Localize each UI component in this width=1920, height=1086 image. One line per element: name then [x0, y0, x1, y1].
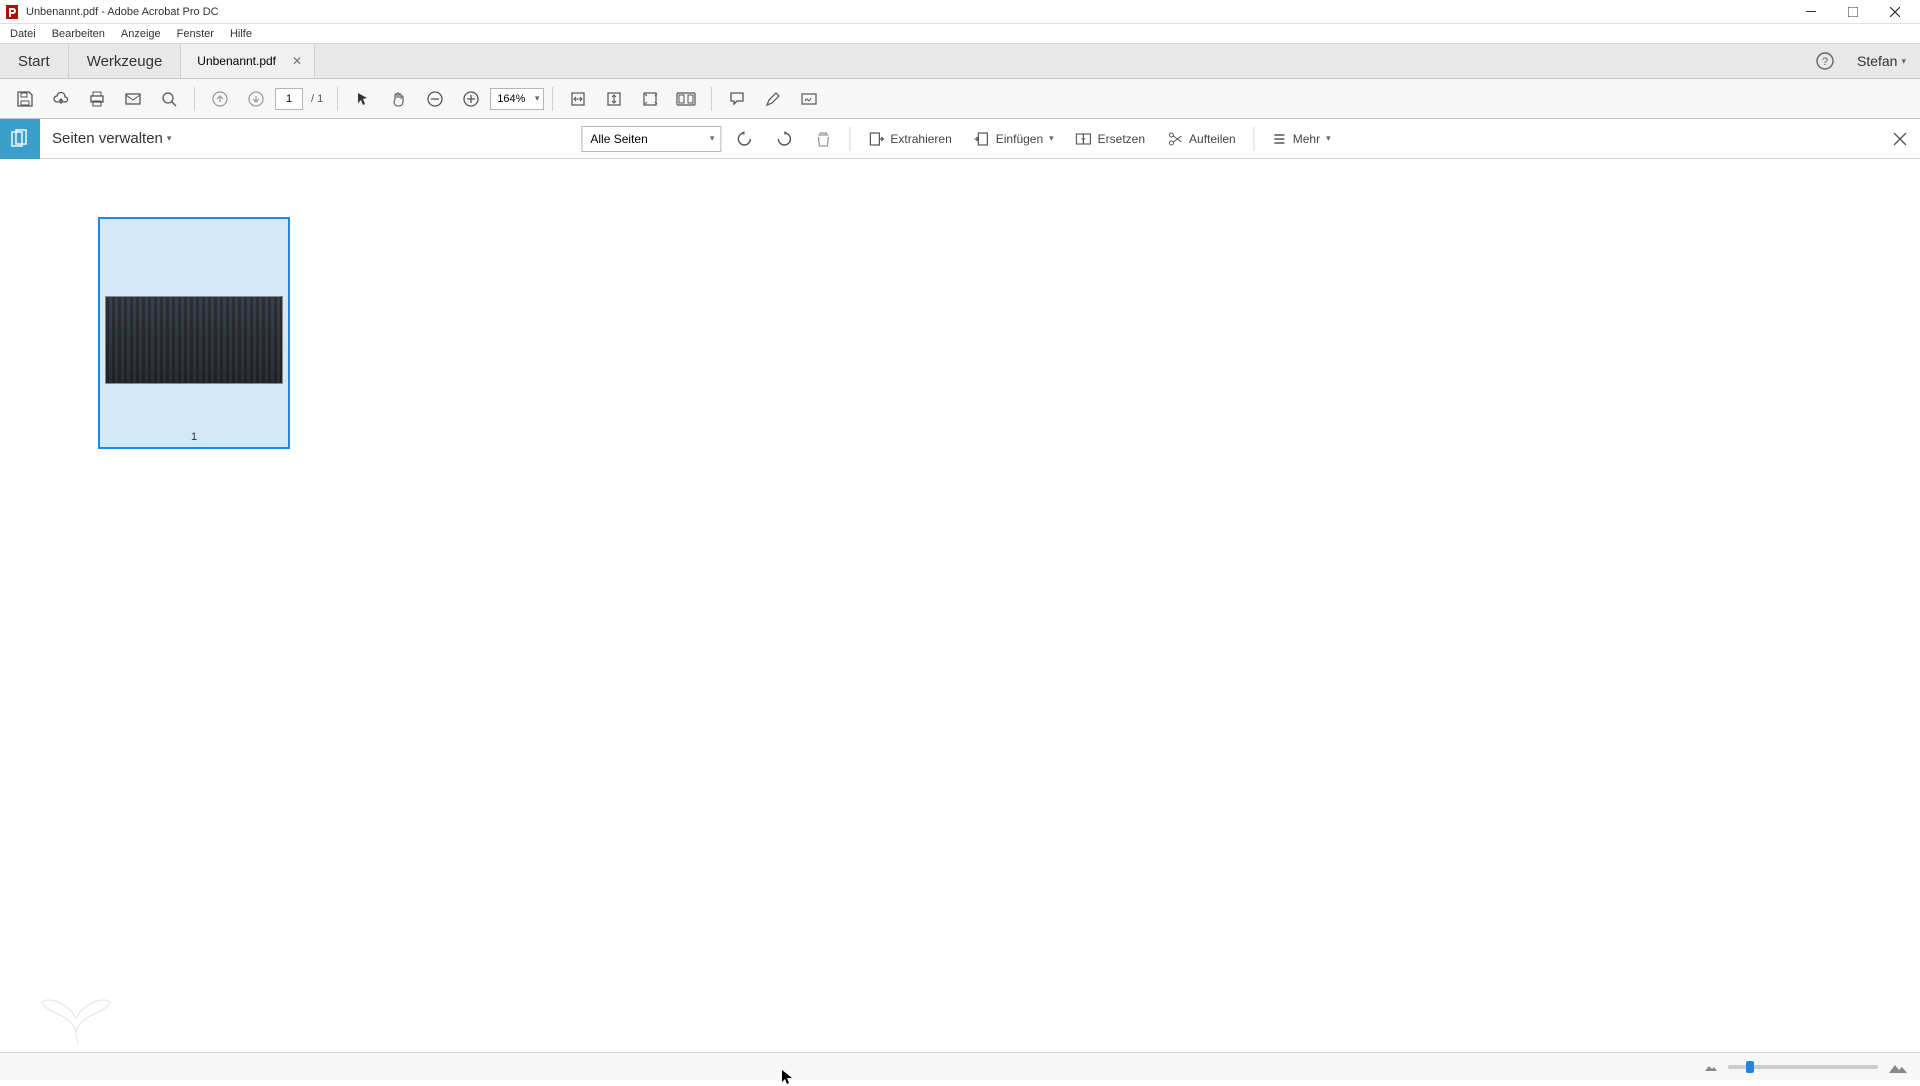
tool-title-label: Seiten verwalten [52, 130, 163, 147]
insert-icon [974, 131, 990, 147]
window-controls [1790, 1, 1916, 23]
page-filter-label: Alle Seiten [590, 132, 647, 146]
minimize-button[interactable] [1790, 1, 1832, 23]
page-thumbnails-area[interactable]: 1 [0, 159, 1920, 1052]
thumbnails-small-icon[interactable] [1704, 1061, 1718, 1073]
menu-bearbeiten[interactable]: Bearbeiten [44, 26, 113, 42]
fit-page-button[interactable] [633, 82, 667, 116]
menu-hilfe[interactable]: Hilfe [222, 26, 260, 42]
read-mode-button[interactable] [669, 82, 703, 116]
zoom-out-button[interactable] [418, 82, 452, 116]
split-button[interactable]: Aufteilen [1159, 124, 1244, 154]
help-button[interactable]: ? [1807, 44, 1843, 78]
list-icon [1273, 132, 1287, 146]
fit-width-button[interactable] [561, 82, 595, 116]
page-number-input[interactable] [275, 88, 303, 110]
main-toolbar: / 1 164% [0, 79, 1920, 119]
slider-handle[interactable] [1746, 1061, 1754, 1073]
split-label: Aufteilen [1189, 132, 1236, 146]
rotate-left-button[interactable] [727, 124, 761, 154]
page-thumbnail-image [106, 297, 282, 383]
scissors-icon [1167, 131, 1183, 147]
butterfly-watermark [36, 982, 116, 1046]
fit-height-button[interactable] [597, 82, 631, 116]
acrobat-app-icon [4, 4, 20, 20]
extract-button[interactable]: Extrahieren [860, 124, 959, 154]
menu-anzeige[interactable]: Anzeige [113, 26, 169, 42]
next-page-button[interactable] [239, 82, 273, 116]
window-title: Unbenannt.pdf - Adobe Acrobat Pro DC [26, 6, 1790, 18]
save-button[interactable] [8, 82, 42, 116]
zoom-in-button[interactable] [454, 82, 488, 116]
tab-werkzeuge[interactable]: Werkzeuge [69, 44, 182, 78]
organize-pages-icon [0, 119, 40, 159]
statusbar [0, 1052, 1920, 1080]
close-window-button[interactable] [1874, 1, 1916, 23]
maximize-button[interactable] [1832, 1, 1874, 23]
highlight-button[interactable] [756, 82, 790, 116]
tab-document[interactable]: Unbenannt.pdf ✕ [181, 44, 315, 78]
rotate-right-button[interactable] [767, 124, 801, 154]
svg-text:?: ? [1822, 56, 1828, 68]
replace-icon [1076, 131, 1092, 147]
search-button[interactable] [152, 82, 186, 116]
menu-datei[interactable]: Datei [2, 26, 44, 42]
user-name: Stefan [1857, 53, 1897, 69]
sign-button[interactable] [792, 82, 826, 116]
tool-title-dropdown[interactable]: Seiten verwalten ▾ [40, 130, 183, 147]
more-button[interactable]: Mehr ▾ [1265, 124, 1339, 154]
tab-close-icon[interactable]: ✕ [288, 52, 306, 70]
mail-button[interactable] [116, 82, 150, 116]
page-thumbnail[interactable]: 1 [98, 217, 290, 449]
thumbnail-size-slider[interactable] [1728, 1065, 1878, 1069]
prev-page-button[interactable] [203, 82, 237, 116]
tab-document-label: Unbenannt.pdf [197, 54, 276, 68]
titlebar: Unbenannt.pdf - Adobe Acrobat Pro DC [0, 0, 1920, 24]
menu-fenster[interactable]: Fenster [169, 26, 222, 42]
arrow-tool-button[interactable] [346, 82, 380, 116]
menubar: Datei Bearbeiten Anzeige Fenster Hilfe [0, 24, 1920, 44]
close-tool-button[interactable] [1880, 119, 1920, 159]
page-thumbnail-number: 1 [100, 431, 288, 443]
page-organize-toolbar: Seiten verwalten ▾ Alle Seiten Extrahier… [0, 119, 1920, 159]
user-menu[interactable]: Stefan ▾ [1843, 44, 1920, 78]
print-button[interactable] [80, 82, 114, 116]
chevron-down-icon: ▾ [1901, 56, 1906, 67]
page-total-label: / 1 [305, 93, 329, 105]
more-label: Mehr [1293, 132, 1320, 146]
hand-tool-button[interactable] [382, 82, 416, 116]
cloud-button[interactable] [44, 82, 78, 116]
delete-page-button[interactable] [807, 124, 839, 154]
zoom-value: 164% [497, 93, 525, 105]
chevron-down-icon: ▾ [1326, 133, 1331, 144]
thumbnails-large-icon[interactable] [1888, 1059, 1908, 1075]
zoom-select[interactable]: 164% [490, 88, 544, 110]
chevron-down-icon: ▾ [1049, 133, 1054, 144]
tabs-row: Start Werkzeuge Unbenannt.pdf ✕ ? Stefan… [0, 44, 1920, 79]
extract-icon [868, 131, 884, 147]
replace-button[interactable]: Ersetzen [1068, 124, 1153, 154]
comment-button[interactable] [720, 82, 754, 116]
insert-button[interactable]: Einfügen ▾ [966, 124, 1062, 154]
page-filter-select[interactable]: Alle Seiten [581, 126, 721, 152]
replace-label: Ersetzen [1098, 132, 1145, 146]
insert-label: Einfügen [996, 132, 1043, 146]
tab-start[interactable]: Start [0, 44, 69, 78]
chevron-down-icon: ▾ [167, 133, 172, 144]
extract-label: Extrahieren [890, 132, 951, 146]
